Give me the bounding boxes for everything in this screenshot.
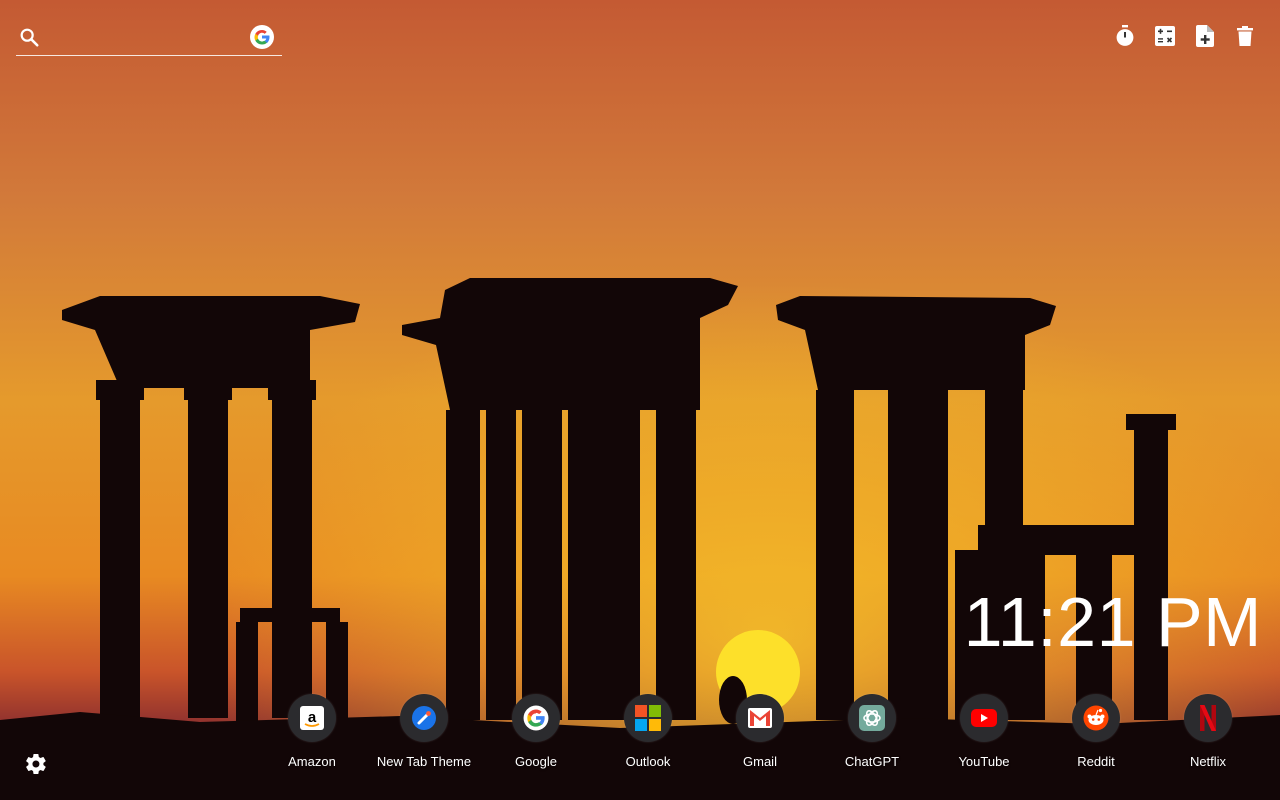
clock-display: 11:21 PM xyxy=(963,583,1262,661)
shortcut-label: Reddit xyxy=(1077,754,1115,769)
shortcut-gmail[interactable]: Gmail xyxy=(704,694,816,784)
shortcuts-dock: a Amazon New Tab Theme Google Outlook Gm… xyxy=(256,694,1264,784)
clear-button[interactable] xyxy=(1234,24,1256,48)
reddit-icon xyxy=(1083,705,1109,731)
shortcut-reddit[interactable]: Reddit xyxy=(1040,694,1152,784)
netflix-icon xyxy=(1200,705,1216,731)
svg-text:a: a xyxy=(308,709,317,726)
shortcut-netflix[interactable]: Netflix xyxy=(1152,694,1264,784)
shortcut-circle xyxy=(1184,694,1232,742)
stopwatch-button[interactable] xyxy=(1114,24,1136,48)
gear-icon xyxy=(26,753,46,775)
search-input[interactable] xyxy=(50,24,244,52)
outlook-icon xyxy=(635,705,661,731)
new-tab-theme-icon xyxy=(412,706,436,730)
search-icon[interactable] xyxy=(18,26,40,48)
shortcut-circle xyxy=(624,694,672,742)
wallpaper-background xyxy=(0,0,1280,800)
shortcut-circle xyxy=(1072,694,1120,742)
shortcut-label: Gmail xyxy=(743,754,777,769)
google-icon xyxy=(523,705,549,731)
shortcut-circle: a xyxy=(288,694,336,742)
calculator-button[interactable] xyxy=(1154,24,1176,48)
header-tools xyxy=(1114,24,1256,48)
shortcut-new-tab-theme[interactable]: New Tab Theme xyxy=(368,694,480,784)
shortcut-outlook[interactable]: Outlook xyxy=(592,694,704,784)
shortcut-label: New Tab Theme xyxy=(376,754,472,769)
google-search-engine-button[interactable] xyxy=(250,25,274,49)
shortcut-google[interactable]: Google xyxy=(480,694,592,784)
shortcut-label: Google xyxy=(515,754,557,769)
shortcut-label: Amazon xyxy=(288,754,336,769)
shortcut-chatgpt[interactable]: ChatGPT xyxy=(816,694,928,784)
chatgpt-icon xyxy=(859,705,885,731)
gmail-icon xyxy=(748,708,772,728)
shortcut-circle xyxy=(848,694,896,742)
shortcut-label: Netflix xyxy=(1189,754,1227,769)
shortcut-circle xyxy=(400,694,448,742)
shortcut-label: Outlook xyxy=(625,754,671,769)
shortcut-circle xyxy=(736,694,784,742)
trash-icon xyxy=(1237,26,1253,46)
shortcut-circle xyxy=(960,694,1008,742)
search-bar xyxy=(16,20,282,56)
youtube-icon xyxy=(971,709,997,727)
shortcut-label: ChatGPT xyxy=(844,754,900,769)
shortcut-circle xyxy=(512,694,560,742)
add-note-icon xyxy=(1196,25,1214,47)
shortcut-youtube[interactable]: YouTube xyxy=(928,694,1040,784)
shortcut-label: YouTube xyxy=(958,754,1010,769)
amazon-icon: a xyxy=(300,706,324,730)
stopwatch-icon xyxy=(1116,25,1134,46)
add-note-button[interactable] xyxy=(1194,24,1216,48)
settings-button[interactable] xyxy=(24,752,48,776)
calculator-icon xyxy=(1155,26,1175,46)
shortcut-amazon[interactable]: a Amazon xyxy=(256,694,368,784)
google-icon xyxy=(254,29,270,45)
